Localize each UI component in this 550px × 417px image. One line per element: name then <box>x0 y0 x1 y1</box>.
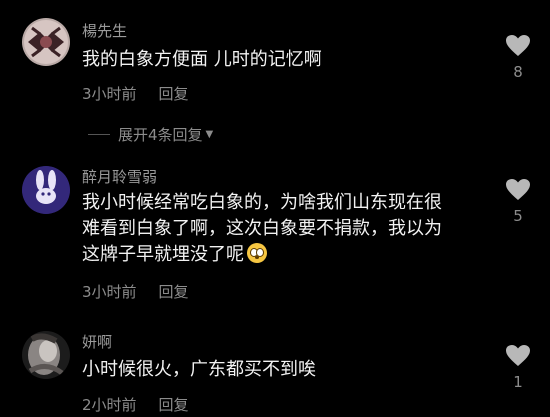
comment-text-line: 我小时候经常吃白象的，为啥我们山东现在很 <box>82 192 442 213</box>
expand-replies-button[interactable]: 展开4条回复 ▼ <box>88 124 213 145</box>
expand-replies-label: 展开4条回复 <box>118 126 203 144</box>
flushed-face-emoji <box>247 243 267 263</box>
caret-down-icon: ▼ <box>205 129 214 140</box>
like-button[interactable]: 5 <box>504 178 532 225</box>
timestamp: 2小时前 <box>82 396 137 414</box>
comment-text-line: 我的白象方便面 儿时的记忆啊 <box>82 49 322 70</box>
like-count: 8 <box>513 63 523 81</box>
heart-icon[interactable] <box>505 34 531 57</box>
comment-text-line: 难看到白象了啊，这次白象要不捐款，我以为 <box>82 218 442 239</box>
heart-icon[interactable] <box>505 344 531 367</box>
heart-icon[interactable] <box>505 178 531 201</box>
like-button[interactable]: 8 <box>504 34 532 81</box>
comment-text: 我的白象方便面 儿时的记忆啊 <box>82 47 482 73</box>
like-count: 5 <box>513 207 523 225</box>
like-button[interactable]: 1 <box>504 344 532 391</box>
comment-text-line: 这牌子早就埋没了呢 <box>82 242 482 268</box>
timestamp: 3小时前 <box>82 283 137 301</box>
comment-meta: 3小时前 回复 <box>82 283 189 301</box>
reply-button[interactable]: 回复 <box>159 283 189 301</box>
reply-button[interactable]: 回复 <box>159 396 189 414</box>
avatar[interactable] <box>22 166 70 214</box>
comment-text: 我小时候经常吃白象的，为啥我们山东现在很 难看到白象了啊，这次白象要不捐款，我以… <box>82 190 482 268</box>
avatar[interactable] <box>22 331 70 379</box>
username[interactable]: 妍啊 <box>82 333 112 351</box>
divider <box>88 134 110 135</box>
like-count: 1 <box>513 373 523 391</box>
timestamp: 3小时前 <box>82 85 137 103</box>
comment-text-line: 小时候很火，广东都买不到唉 <box>82 359 316 380</box>
comment-meta: 3小时前 回复 <box>82 85 189 103</box>
reply-button[interactable]: 回复 <box>159 85 189 103</box>
username[interactable]: 醉月聆雪弱 <box>82 168 157 186</box>
username[interactable]: 楊先生 <box>82 22 127 40</box>
avatar[interactable] <box>22 18 70 66</box>
comment-meta: 2小时前 回复 <box>82 396 189 414</box>
comment-text: 小时候很火，广东都买不到唉 <box>82 357 482 383</box>
